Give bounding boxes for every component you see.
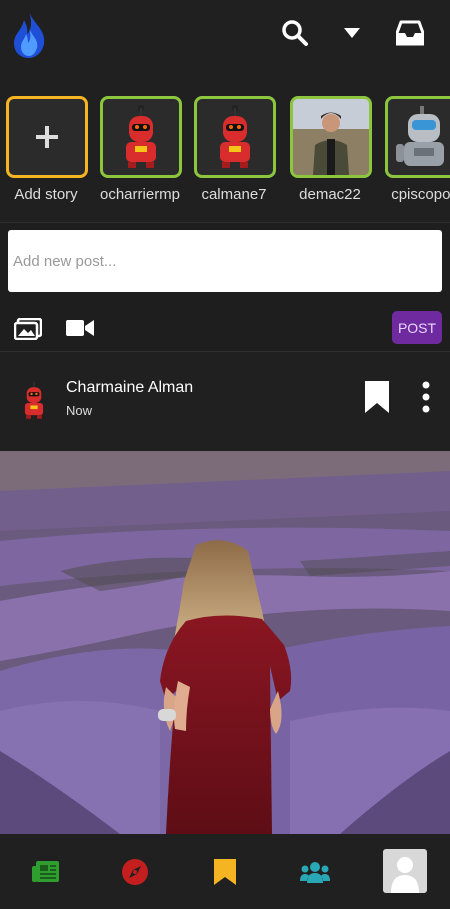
- post-author[interactable]: Charmaine Alman: [66, 379, 193, 397]
- newspaper-icon[interactable]: [30, 856, 62, 888]
- stories-row: Add story ocharriermp calmane7 demac22 c…: [0, 90, 450, 215]
- post-composer: POST: [0, 222, 450, 352]
- bookmark-icon[interactable]: [209, 856, 241, 888]
- add-story-thumb[interactable]: [6, 96, 88, 178]
- new-post-input[interactable]: [8, 230, 442, 292]
- search-icon[interactable]: [280, 18, 310, 48]
- post-time: Now: [66, 403, 93, 418]
- robot-avatar-icon: [126, 105, 156, 168]
- story-cpiscopo2[interactable]: cpiscopo2: [385, 96, 450, 203]
- caret-down-icon[interactable]: [337, 18, 367, 48]
- story-name: ocharriermp: [100, 186, 181, 203]
- person-photo: [293, 99, 369, 175]
- post-button[interactable]: POST: [392, 311, 442, 344]
- story-thumb[interactable]: [385, 96, 450, 178]
- robot-avatar-icon: [396, 106, 444, 166]
- author-avatar[interactable]: [16, 380, 52, 420]
- top-bar: [0, 0, 450, 70]
- flame-logo[interactable]: [10, 10, 48, 60]
- bottom-navigation: [0, 834, 450, 909]
- group-icon[interactable]: [299, 856, 331, 888]
- robot-avatar-icon: [220, 105, 250, 168]
- bookmark-icon[interactable]: [365, 381, 389, 418]
- story-name: Add story: [14, 186, 78, 203]
- story-thumb[interactable]: [100, 96, 182, 178]
- story-name: cpiscopo2: [391, 186, 450, 203]
- compass-icon[interactable]: [119, 856, 151, 888]
- story-ocharriermp[interactable]: ocharriermp: [100, 96, 182, 203]
- story-thumb[interactable]: [290, 96, 372, 178]
- video-icon[interactable]: [66, 318, 94, 343]
- story-demac22[interactable]: demac22: [290, 96, 372, 203]
- add-story[interactable]: Add story: [6, 96, 88, 203]
- post-header: Charmaine Alman Now: [0, 365, 450, 450]
- inbox-icon[interactable]: [395, 18, 425, 48]
- story-name: calmane7: [201, 186, 267, 203]
- post-image[interactable]: [0, 451, 450, 834]
- story-calmane7[interactable]: calmane7: [194, 96, 276, 203]
- story-name: demac22: [299, 186, 361, 203]
- story-thumb[interactable]: [194, 96, 276, 178]
- plus-icon: [36, 126, 58, 148]
- image-icon[interactable]: [13, 317, 43, 345]
- profile-avatar[interactable]: [383, 849, 427, 893]
- more-vertical-icon[interactable]: [420, 381, 432, 418]
